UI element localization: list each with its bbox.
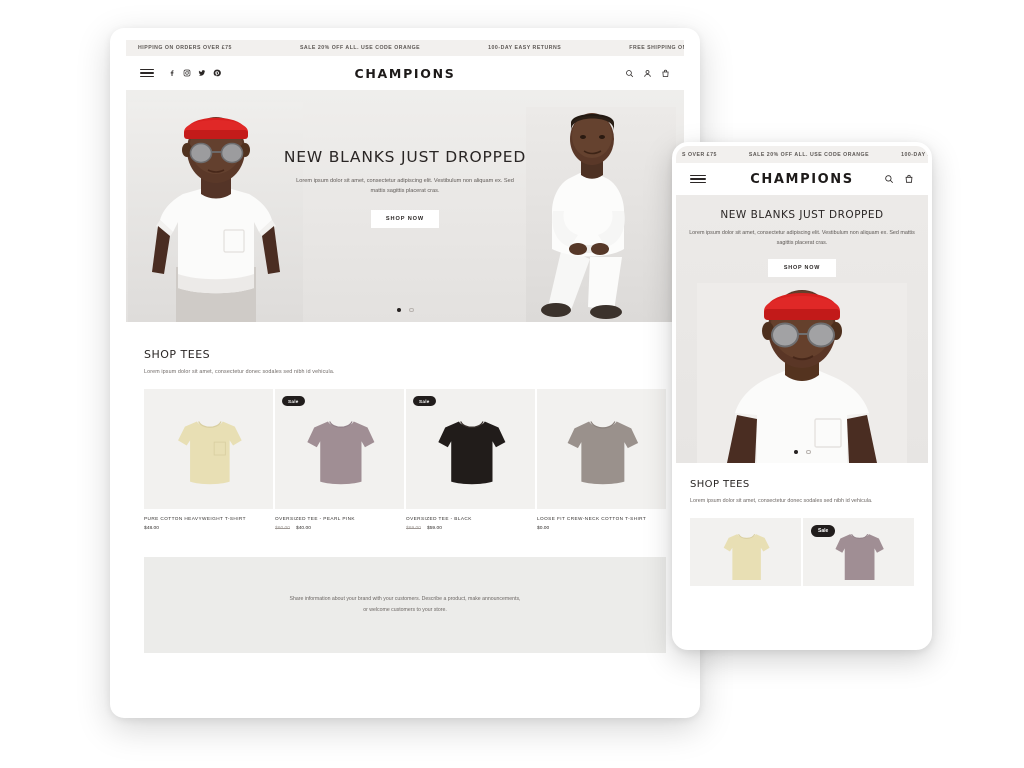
hero-carousel-dots <box>126 307 684 312</box>
account-icon[interactable] <box>643 69 652 78</box>
product-image[interactable]: Sale <box>803 518 914 587</box>
mobile-section-subtitle: Lorem ipsum dolor sit amet, consectetur … <box>690 498 873 504</box>
mobile-announcement-bar: S OVER £75 SALE 20% OFF ALL. USE CODE OR… <box>676 146 928 163</box>
product-title[interactable]: OVERSIZED TEE - PEARL PINK <box>275 516 404 521</box>
mobile-viewport: S OVER £75 SALE 20% OFF ALL. USE CODE OR… <box>676 146 928 646</box>
desktop-device-frame: HIPPING ON ORDERS OVER £75 SALE 20% OFF … <box>110 28 700 718</box>
sale-badge: Sale <box>811 525 836 538</box>
announcement-item: HIPPING ON ORDERS OVER £75 <box>138 45 232 51</box>
hero-copy: NEW BLANKS JUST DROPPED Lorem ipsum dolo… <box>126 148 684 228</box>
desktop-viewport: HIPPING ON ORDERS OVER £75 SALE 20% OFF … <box>126 40 684 704</box>
product-image[interactable] <box>690 518 801 587</box>
mobile-hero-subtitle: Lorem ipsum dolor sit amet, consectetur … <box>689 230 915 246</box>
social-links <box>168 69 221 77</box>
mobile-hero-copy: NEW BLANKS JUST DROPPED Lorem ipsum dolo… <box>676 195 928 278</box>
product-price: $40.00 <box>295 525 311 531</box>
product-card[interactable]: LOOSE FIT CREW-NECK COTTON T-SHIRT $0.00 <box>537 389 666 531</box>
sale-badge: Sale <box>282 396 305 407</box>
product-price: $0.00 <box>537 525 550 531</box>
mobile-hero-shop-now-button[interactable]: SHOP NOW <box>767 259 837 278</box>
product-compare-price: $60.00 <box>275 525 290 531</box>
brand-logo[interactable]: CHAMPIONS <box>355 66 456 81</box>
announcement-bar: HIPPING ON ORDERS OVER £75 SALE 20% OFF … <box>126 40 684 56</box>
mobile-device-frame: S OVER £75 SALE 20% OFF ALL. USE CODE OR… <box>672 142 932 650</box>
product-image[interactable]: Sale <box>275 389 404 509</box>
product-title[interactable]: OVERSIZED TEE - BLACK <box>406 516 535 521</box>
search-icon[interactable] <box>625 69 634 78</box>
product-price-row: $60.00 $40.00 <box>275 526 404 531</box>
twitter-icon[interactable] <box>198 69 206 77</box>
section-title: SHOP TEES <box>144 348 211 361</box>
product-price-row: $48.00 <box>144 526 273 531</box>
announcement-item: SALE 20% OFF ALL. USE CODE ORANGE <box>299 45 421 51</box>
tshirt-icon <box>306 421 374 485</box>
hero-shop-now-button[interactable]: SHOP NOW <box>370 209 440 228</box>
product-image[interactable]: Sale <box>406 389 535 509</box>
mobile-hero-title: NEW BLANKS JUST DROPPED <box>720 209 884 221</box>
product-card[interactable]: Sale <box>803 518 914 587</box>
carousel-dot-2[interactable] <box>806 449 811 454</box>
hero-subtitle: Lorem ipsum dolor sit amet, consectetur … <box>296 178 514 195</box>
product-price: $48.00 <box>144 525 159 531</box>
announcement-item: 100-DAY EAS <box>901 151 928 158</box>
sale-badge: Sale <box>413 396 436 407</box>
tshirt-icon <box>567 421 638 485</box>
footer-line-1: Share information about your brand with … <box>289 596 521 603</box>
product-card[interactable]: Sale OVERSIZED TEE - BLACK $69.00 $59.00 <box>406 389 535 531</box>
announcement-track: HIPPING ON ORDERS OVER £75 SALE 20% OFF … <box>126 45 684 51</box>
product-price-row: $69.00 $59.00 <box>406 526 535 531</box>
desktop-header: CHAMPIONS <box>126 56 684 90</box>
tshirt-icon <box>177 421 242 485</box>
product-grid: PURE COTTON HEAVYWEIGHT T-SHIRT $48.00 S… <box>144 389 666 531</box>
mobile-carousel-dots <box>676 449 928 454</box>
announcement-item: S OVER £75 <box>682 151 717 158</box>
carousel-dot-2[interactable] <box>409 307 414 312</box>
mobile-hero-model-image <box>697 283 907 463</box>
product-compare-price: $69.00 <box>406 525 421 531</box>
hero-title: NEW BLANKS JUST DROPPED <box>283 148 527 166</box>
header-actions <box>625 69 670 78</box>
product-card[interactable] <box>690 518 801 587</box>
tshirt-icon <box>834 533 884 580</box>
product-title[interactable]: LOOSE FIT CREW-NECK COTTON T-SHIRT <box>537 516 666 521</box>
product-image[interactable] <box>537 389 666 509</box>
pinterest-icon[interactable] <box>213 69 221 77</box>
mobile-header-actions <box>884 174 914 184</box>
mobile-brand-logo[interactable]: CHAMPIONS <box>750 172 853 187</box>
shop-tees-section: SHOP TEES Lorem ipsum dolor sit amet, co… <box>126 322 684 531</box>
mobile-announcement-track: S OVER £75 SALE 20% OFF ALL. USE CODE OR… <box>676 152 928 158</box>
hamburger-menu-icon[interactable] <box>140 68 154 78</box>
section-subtitle: Lorem ipsum dolor sit amet, consectetur … <box>144 369 335 375</box>
footer-block: Share information about your brand with … <box>144 556 666 653</box>
carousel-dot-1[interactable] <box>793 449 798 454</box>
mobile-hamburger-menu-icon[interactable] <box>690 174 706 184</box>
mobile-shop-tees-section: SHOP TEES Lorem ipsum dolor sit amet, co… <box>676 463 928 587</box>
product-card[interactable]: Sale OVERSIZED TEE - PEARL PINK $60.00 $… <box>275 389 404 531</box>
product-price: $59.00 <box>426 525 442 531</box>
announcement-item: 100-DAY EASY RETURNS <box>488 45 562 51</box>
search-icon[interactable] <box>884 174 894 184</box>
product-title[interactable]: PURE COTTON HEAVYWEIGHT T-SHIRT <box>144 516 273 521</box>
carousel-dot-1[interactable] <box>396 307 401 312</box>
announcement-item: FREE SHIPPING ON ORDERS OVER £75 <box>629 45 684 51</box>
facebook-icon[interactable] <box>168 69 176 77</box>
product-image[interactable] <box>144 389 273 509</box>
cart-icon[interactable] <box>661 69 670 78</box>
mobile-hero-banner: NEW BLANKS JUST DROPPED Lorem ipsum dolo… <box>676 195 928 463</box>
hero-banner: NEW BLANKS JUST DROPPED Lorem ipsum dolo… <box>126 90 684 322</box>
announcement-item: SALE 20% OFF ALL. USE CODE ORANGE <box>748 151 870 158</box>
product-price-row: $0.00 <box>537 526 666 531</box>
product-card[interactable]: PURE COTTON HEAVYWEIGHT T-SHIRT $48.00 <box>144 389 273 531</box>
cart-icon[interactable] <box>904 174 914 184</box>
mobile-section-title: SHOP TEES <box>690 479 750 490</box>
mobile-product-grid: Sale <box>690 518 914 587</box>
footer-line-2: or welcome customers to your store. <box>363 606 447 613</box>
mobile-header: CHAMPIONS <box>676 163 928 195</box>
tshirt-icon <box>723 533 770 580</box>
screenshot-stage: HIPPING ON ORDERS OVER £75 SALE 20% OFF … <box>0 0 1024 768</box>
tshirt-icon <box>437 421 505 485</box>
instagram-icon[interactable] <box>183 69 191 77</box>
